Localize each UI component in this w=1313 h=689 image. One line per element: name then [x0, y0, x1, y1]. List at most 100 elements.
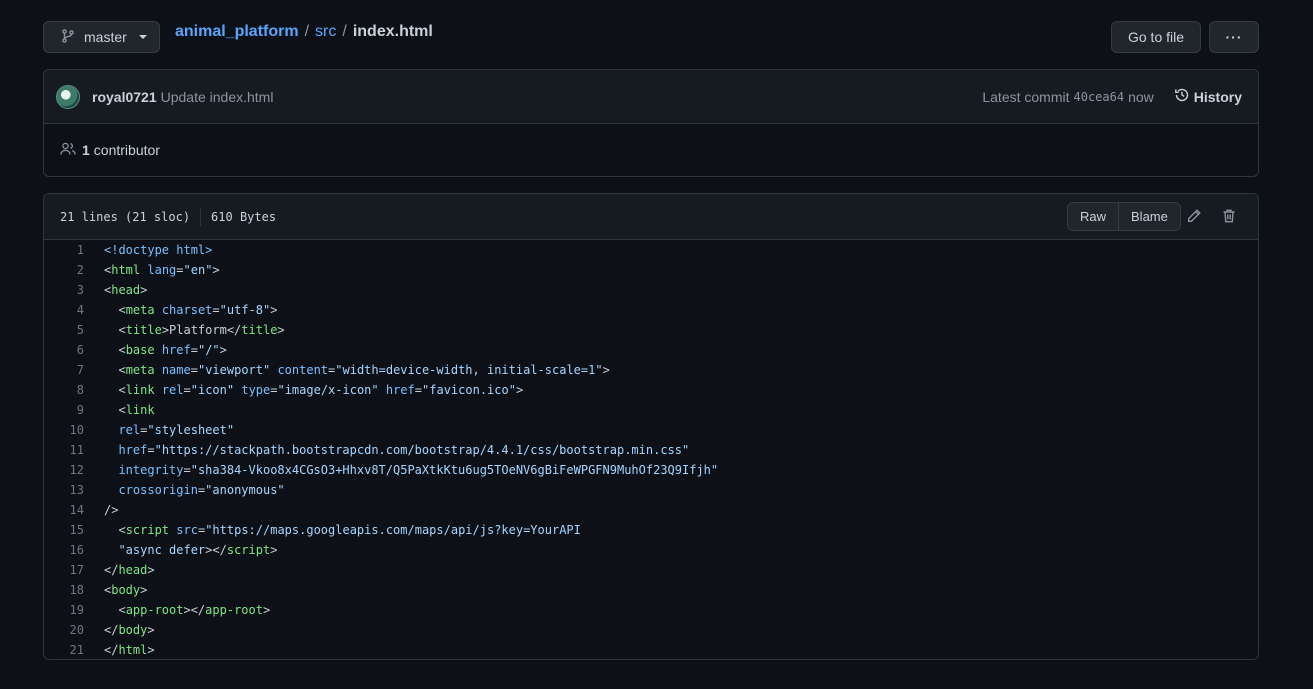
contributors-label: contributor [93, 142, 160, 158]
commit-meta: Latest commit 40cea64 now History [982, 87, 1242, 106]
latest-commit-row: royal0721 Update index.html Latest commi… [44, 70, 1258, 124]
raw-button[interactable]: Raw [1068, 203, 1119, 230]
line-content: </body> [104, 623, 155, 637]
breadcrumb-repo-link[interactable]: animal_platform [175, 23, 299, 41]
line-number[interactable]: 12 [44, 463, 84, 477]
file-size: 610 Bytes [211, 209, 277, 224]
code-line: 11 href="https://stackpath.bootstrapcdn.… [44, 440, 1258, 460]
line-number[interactable]: 9 [44, 403, 84, 417]
line-number[interactable]: 17 [44, 563, 84, 577]
code-line: 10 rel="stylesheet" [44, 420, 1258, 440]
go-to-file-button[interactable]: Go to file [1111, 21, 1201, 53]
divider [200, 207, 202, 226]
line-content: integrity="sha384-Vkoo8x4CGsO3+Hhxv8T/Q5… [118, 463, 719, 477]
line-number[interactable]: 3 [44, 283, 84, 297]
contributors-row[interactable]: 1 contributor [44, 124, 1258, 176]
code-line: 12 integrity="sha384-Vkoo8x4CGsO3+Hhxv8T… [44, 460, 1258, 480]
line-number[interactable]: 1 [44, 243, 84, 257]
history-link[interactable]: History [1174, 87, 1242, 106]
avatar[interactable] [56, 84, 80, 109]
code-line: 2 <html lang="en"> [44, 260, 1258, 280]
line-number[interactable]: 15 [44, 523, 84, 537]
branch-select-button[interactable]: master [43, 21, 160, 53]
kebab-horizontal-icon: ··· [1225, 29, 1243, 45]
line-number[interactable]: 14 [44, 503, 84, 517]
code-line: 21 </html> [44, 640, 1258, 659]
code-line: 20 </body> [44, 620, 1258, 640]
line-content: <meta charset="utf-8"> [104, 303, 278, 317]
code-line: 17 </head> [44, 560, 1258, 580]
line-content: /> [104, 503, 119, 517]
pencil-icon[interactable] [1185, 207, 1203, 225]
line-content: <head> [104, 283, 148, 297]
line-content: <link rel="icon" type="image/x-icon" hre… [104, 383, 524, 397]
commit-hash-link[interactable]: 40cea64 [1074, 90, 1125, 104]
line-number[interactable]: 18 [44, 583, 84, 597]
history-label: History [1193, 88, 1242, 105]
code-line: 16 "async defer></script> [44, 540, 1258, 560]
line-number[interactable]: 20 [44, 623, 84, 637]
line-number[interactable]: 7 [44, 363, 84, 377]
line-content: <html lang="en"> [104, 263, 220, 277]
people-icon [60, 141, 76, 160]
line-content: "async defer></script> [118, 543, 278, 557]
line-content: <link [104, 403, 155, 417]
line-number[interactable]: 11 [44, 443, 84, 457]
line-number[interactable]: 19 [44, 603, 84, 617]
line-number[interactable]: 4 [44, 303, 84, 317]
latest-commit-label: Latest commit [982, 88, 1070, 105]
line-content: <!doctype html> [104, 243, 213, 257]
line-number[interactable]: 6 [44, 343, 84, 357]
code-view: 1 <!doctype html> 2 <html lang="en"> 3 <head>… [44, 240, 1258, 659]
code-line: 1 <!doctype html> [44, 240, 1258, 260]
code-line: 6 <base href="/"> [44, 340, 1258, 360]
line-content: </html> [104, 643, 155, 657]
trash-icon[interactable] [1220, 207, 1238, 225]
line-number[interactable]: 16 [44, 543, 84, 557]
breadcrumb-dir-link[interactable]: src [315, 23, 336, 41]
line-number[interactable]: 8 [44, 383, 84, 397]
file-lines-info: 21 lines (21 sloc) [60, 209, 191, 224]
chevron-down-icon [138, 35, 147, 39]
commit-message-link[interactable]: Update index.html [161, 89, 274, 105]
line-number[interactable]: 2 [44, 263, 84, 277]
file-viewer: 21 lines (21 sloc) 610 Bytes Raw Blame 1… [43, 193, 1259, 660]
line-content: <script src="https://maps.googleapis.com… [104, 523, 581, 537]
code-line: 5 <title>Platform</title> [44, 320, 1258, 340]
blame-button[interactable]: Blame [1118, 203, 1180, 230]
code-line: 19 <app-root></app-root> [44, 600, 1258, 620]
git-branch-icon [60, 28, 76, 47]
line-content: </head> [104, 563, 155, 577]
line-number[interactable]: 10 [44, 423, 84, 437]
code-line: 18 <body> [44, 580, 1258, 600]
line-number[interactable]: 21 [44, 643, 84, 657]
file-header: 21 lines (21 sloc) 610 Bytes Raw Blame [44, 194, 1258, 240]
more-options-button[interactable]: ··· [1209, 21, 1259, 53]
code-line: 14 /> [44, 500, 1258, 520]
breadcrumb: animal_platform / src / index.html [175, 23, 433, 41]
code-line: 7 <meta name="viewport" content="width=d… [44, 360, 1258, 380]
code-line: 15 <script src="https://maps.googleapis.… [44, 520, 1258, 540]
line-number[interactable]: 13 [44, 483, 84, 497]
code-line: 3 <head> [44, 280, 1258, 300]
breadcrumb-separator: / [304, 23, 310, 40]
line-content: <title>Platform</title> [104, 323, 285, 337]
raw-blame-button-group: Raw Blame [1067, 202, 1181, 231]
commit-time: now [1128, 88, 1154, 105]
breadcrumb-file-name: index.html [352, 23, 433, 40]
code-line: 9 <link [44, 400, 1258, 420]
code-line: 4 <meta charset="utf-8"> [44, 300, 1258, 320]
line-content: <body> [104, 583, 148, 597]
commit-author-link[interactable]: royal0721 [92, 89, 157, 105]
file-navigation: master animal_platform / src / index.htm… [43, 21, 1259, 53]
branch-name: master [84, 29, 127, 45]
line-content: rel="stylesheet" [118, 423, 235, 437]
line-number[interactable]: 5 [44, 323, 84, 337]
history-icon [1174, 87, 1190, 106]
latest-commit-box: royal0721 Update index.html Latest commi… [43, 69, 1259, 177]
line-content: href="https://stackpath.bootstrapcdn.com… [118, 443, 690, 457]
line-content: <meta name="viewport" content="width=dev… [104, 363, 610, 377]
line-content: <base href="/"> [104, 343, 227, 357]
breadcrumb-separator: / [342, 23, 347, 40]
code-line: 13 crossorigin="anonymous" [44, 480, 1258, 500]
